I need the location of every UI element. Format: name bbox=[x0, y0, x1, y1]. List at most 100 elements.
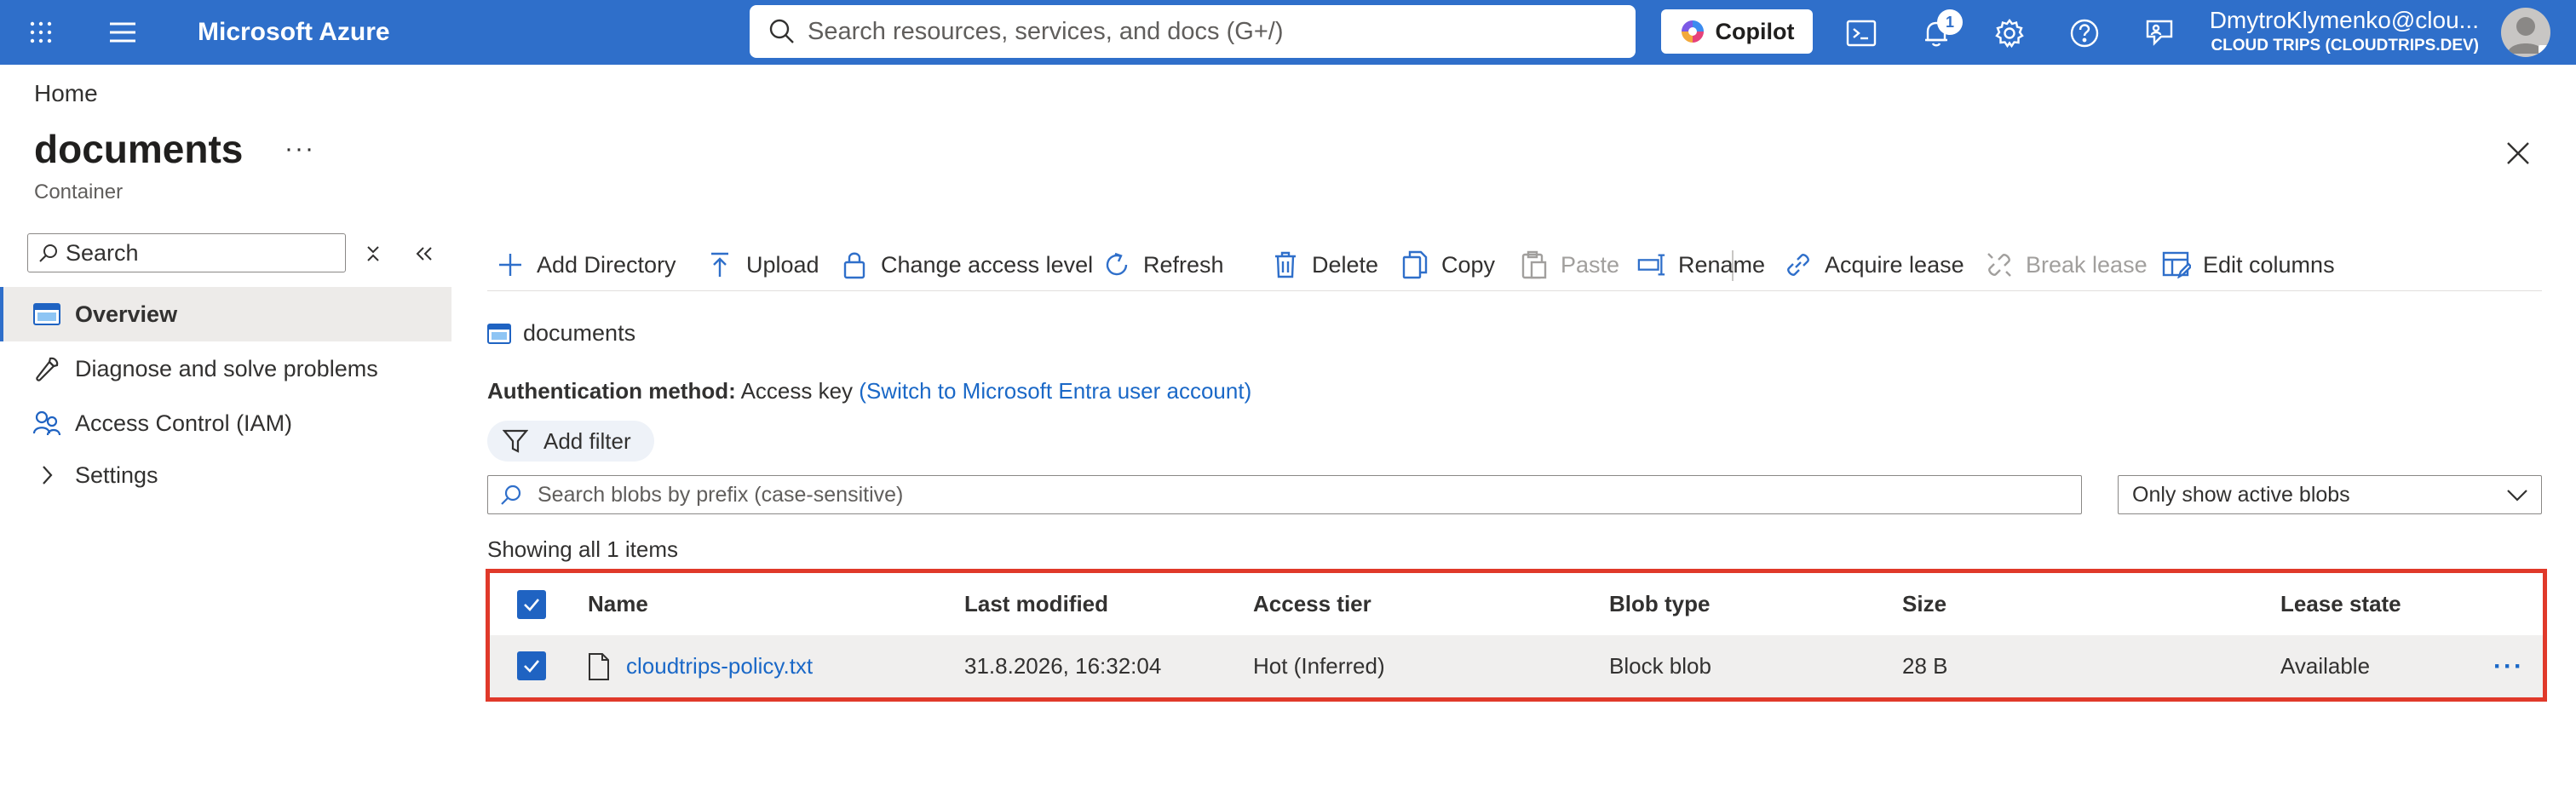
copy-label: Copy bbox=[1441, 251, 1496, 278]
column-header-last-modified[interactable]: Last modified bbox=[964, 573, 1108, 635]
avatar[interactable] bbox=[2501, 8, 2550, 57]
filter-icon bbox=[503, 428, 528, 454]
blob-lease-state: Available bbox=[2280, 653, 2371, 679]
add-directory-label: Add Directory bbox=[537, 251, 676, 278]
copilot-icon bbox=[1680, 19, 1705, 44]
column-header-access-tier[interactable]: Access tier bbox=[1253, 573, 1371, 635]
people-icon bbox=[32, 409, 61, 438]
blob-name-link[interactable]: cloudtrips-policy.txt bbox=[626, 635, 813, 697]
feedback-icon[interactable] bbox=[2138, 12, 2181, 54]
grid-header-row: Name Last modified Access tier Blob type… bbox=[490, 573, 2543, 635]
container-icon bbox=[32, 300, 61, 329]
edit-columns-button[interactable]: Edit columns bbox=[2162, 244, 2335, 286]
table-row[interactable]: cloudtrips-policy.txt 31.8.2026, 16:32:0… bbox=[490, 635, 2543, 697]
change-access-level-label: Change access level bbox=[881, 251, 1094, 278]
settings-gear-icon[interactable] bbox=[1988, 12, 2031, 54]
rename-icon bbox=[1637, 250, 1666, 279]
copy-button[interactable]: Copy bbox=[1400, 244, 1495, 286]
search-icon bbox=[500, 484, 522, 506]
container-path[interactable]: documents bbox=[487, 320, 635, 347]
close-icon[interactable] bbox=[2501, 136, 2535, 170]
items-count: Showing all 1 items bbox=[487, 536, 678, 562]
blob-access-tier: Hot (Inferred) bbox=[1253, 653, 1385, 679]
link-icon bbox=[1784, 250, 1813, 279]
brand-title[interactable]: Microsoft Azure bbox=[198, 0, 390, 65]
command-bar: Add Directory Upload Change access level… bbox=[487, 244, 2542, 291]
nav-search[interactable] bbox=[27, 233, 346, 272]
account-name: DmytroKlymenko@clou... bbox=[2209, 7, 2479, 33]
rename-label: Rename bbox=[1678, 251, 1766, 278]
auth-method: Authentication method: Access key (Switc… bbox=[487, 378, 1251, 404]
chevron-down-icon bbox=[2505, 485, 2529, 505]
app-launcher-icon[interactable] bbox=[26, 17, 56, 48]
column-header-size[interactable]: Size bbox=[1902, 573, 1946, 635]
blob-search-input[interactable] bbox=[538, 482, 2054, 507]
lock-icon bbox=[840, 250, 869, 279]
sidebar-item-label: Access Control (IAM) bbox=[75, 410, 293, 436]
delete-button[interactable]: Delete bbox=[1271, 244, 1378, 286]
refresh-button[interactable]: Refresh bbox=[1102, 244, 1224, 286]
delete-label: Delete bbox=[1312, 251, 1379, 278]
sidebar-item-label: Settings bbox=[75, 462, 158, 488]
edit-columns-icon bbox=[2162, 250, 2191, 279]
refresh-icon bbox=[1102, 250, 1131, 279]
cloud-shell-icon[interactable] bbox=[1840, 12, 1883, 54]
trash-icon bbox=[1271, 250, 1300, 279]
add-filter-button[interactable]: Add filter bbox=[487, 421, 654, 462]
collapse-sidebar-icon[interactable] bbox=[411, 240, 438, 267]
collapse-all-icon[interactable] bbox=[359, 240, 387, 267]
upload-button[interactable]: Upload bbox=[705, 244, 819, 286]
search-icon bbox=[768, 18, 796, 45]
column-header-blob-type[interactable]: Blob type bbox=[1609, 573, 1710, 635]
acquire-lease-label: Acquire lease bbox=[1825, 251, 1964, 278]
switch-auth-link[interactable]: (Switch to Microsoft Entra user account) bbox=[859, 378, 1251, 404]
edit-columns-label: Edit columns bbox=[2203, 251, 2335, 278]
notification-count-badge: 1 bbox=[1937, 9, 1963, 35]
row-more-actions-button[interactable]: ··· bbox=[2493, 635, 2524, 697]
sidebar-item-settings[interactable]: Settings bbox=[0, 448, 451, 502]
auth-method-label: Authentication method: bbox=[487, 378, 736, 404]
rename-button[interactable]: Rename bbox=[1637, 244, 1765, 286]
change-access-level-button[interactable]: Change access level bbox=[840, 244, 1093, 286]
sidebar-item-overview[interactable]: Overview bbox=[0, 287, 451, 341]
upload-icon bbox=[705, 250, 734, 279]
blob-type: Block blob bbox=[1609, 653, 1711, 679]
notifications-bell-icon[interactable]: 1 bbox=[1915, 9, 1963, 54]
container-path-label: documents bbox=[523, 320, 636, 346]
global-search[interactable] bbox=[750, 5, 1636, 58]
help-icon[interactable] bbox=[2063, 12, 2106, 54]
top-bar: Microsoft Azure Copilot 1 bbox=[0, 0, 2576, 65]
acquire-lease-button[interactable]: Acquire lease bbox=[1784, 244, 1964, 286]
paste-button[interactable]: Paste bbox=[1520, 244, 1619, 286]
select-all-checkbox[interactable] bbox=[517, 590, 546, 619]
row-select-checkbox[interactable] bbox=[517, 651, 546, 680]
sidebar-item-label: Overview bbox=[75, 301, 178, 327]
title-more-button[interactable]: ··· bbox=[285, 135, 315, 163]
wrench-icon bbox=[32, 354, 61, 383]
copilot-button[interactable]: Copilot bbox=[1661, 9, 1813, 54]
add-directory-button[interactable]: Add Directory bbox=[496, 244, 676, 286]
nav-search-input[interactable] bbox=[66, 239, 338, 267]
column-header-name[interactable]: Name bbox=[588, 573, 648, 635]
upload-label: Upload bbox=[746, 251, 819, 278]
global-search-input[interactable] bbox=[808, 17, 1574, 46]
hamburger-menu-icon[interactable] bbox=[106, 17, 140, 48]
breadcrumb-home[interactable]: Home bbox=[34, 80, 98, 107]
sidebar-item-label: Diagnose and solve problems bbox=[75, 355, 378, 381]
blob-status-value: Only show active blobs bbox=[2132, 482, 2350, 507]
sidebar-item-access-control[interactable]: Access Control (IAM) bbox=[0, 396, 451, 450]
account-tenant: CLOUD TRIPS (CLOUDTRIPS.DEV) bbox=[2211, 37, 2479, 54]
account-menu[interactable]: DmytroKlymenko@clou... CLOUD TRIPS (CLOU… bbox=[2198, 5, 2479, 56]
break-lease-button[interactable]: Break lease bbox=[1985, 244, 2148, 286]
blob-last-modified: 31.8.2026, 16:32:04 bbox=[964, 653, 1162, 679]
refresh-label: Refresh bbox=[1143, 251, 1224, 278]
blob-prefix-search[interactable] bbox=[487, 475, 2082, 514]
blob-status-dropdown[interactable]: Only show active blobs bbox=[2118, 475, 2542, 514]
add-filter-label: Add filter bbox=[543, 427, 631, 454]
sidebar-item-diagnose[interactable]: Diagnose and solve problems bbox=[0, 341, 451, 396]
paste-label: Paste bbox=[1561, 251, 1620, 278]
column-header-lease-state[interactable]: Lease state bbox=[2280, 573, 2401, 635]
chevron-right-icon bbox=[32, 461, 61, 490]
paste-icon bbox=[1520, 250, 1549, 279]
page-subtitle: Container bbox=[34, 181, 124, 204]
